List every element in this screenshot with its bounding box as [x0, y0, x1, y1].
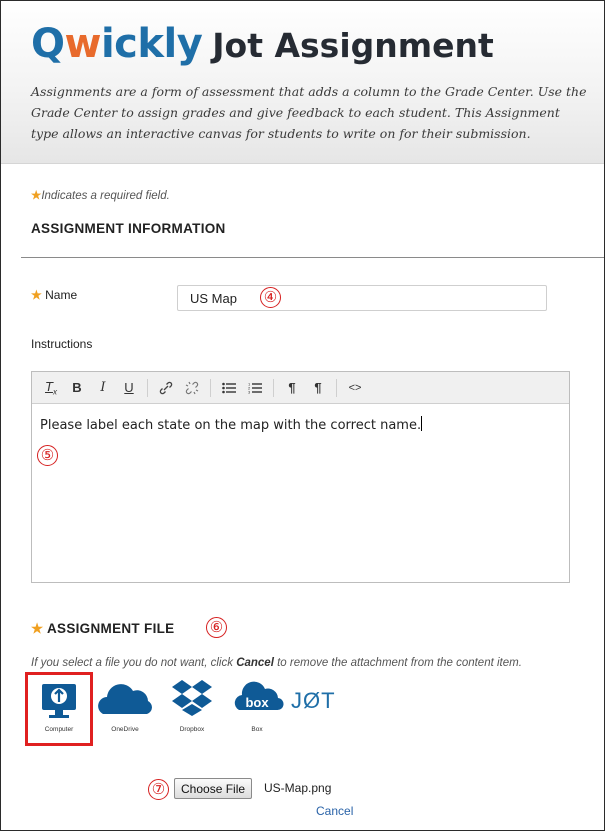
- toolbar-separator: [147, 378, 148, 397]
- source-label: Box: [251, 726, 263, 733]
- bullet-list-button[interactable]: [216, 376, 242, 400]
- file-help-text: If you select a file you do not want, cl…: [31, 657, 522, 669]
- source-computer[interactable]: Computer: [25, 672, 93, 746]
- underline-icon: U: [124, 380, 134, 395]
- svg-text:box: box: [245, 695, 269, 710]
- italic-icon: I: [100, 380, 106, 395]
- qwickly-logo: Qwickly: [31, 21, 203, 67]
- callout-4: ④: [260, 287, 281, 308]
- clear-format-icon: Tx: [45, 378, 57, 397]
- choose-file-button[interactable]: Choose File: [174, 778, 253, 799]
- paragraph-rtl-button[interactable]: ¶: [305, 376, 331, 400]
- assignment-page: Qwickly Jot Assignment Assignments are a …: [0, 0, 605, 831]
- italic-button[interactable]: I: [90, 376, 116, 400]
- instructions-label: Instructions: [31, 337, 93, 351]
- bold-button[interactable]: B: [64, 376, 90, 400]
- paragraph-ltr-button[interactable]: ¶: [279, 376, 305, 400]
- instructions-text: Please label each state on the map with …: [40, 418, 422, 433]
- page-header: Qwickly Jot Assignment Assignments are a …: [1, 1, 604, 164]
- text-caret: [421, 416, 423, 431]
- paragraph-rtl-icon: ¶: [314, 380, 322, 395]
- required-field-note: ★Indicates a required field.: [31, 190, 170, 202]
- jot-logo: JØT: [291, 688, 336, 713]
- toolbar-separator: [336, 378, 337, 397]
- bold-icon: B: [72, 380, 82, 395]
- clear-format-button[interactable]: Tx: [38, 376, 64, 400]
- numbered-list-icon: 123: [248, 382, 262, 394]
- source-dropbox[interactable]: Dropbox: [162, 674, 222, 744]
- toolbar-separator: [273, 378, 274, 397]
- source-label: OneDrive: [111, 726, 139, 733]
- cancel-link[interactable]: Cancel: [316, 804, 353, 818]
- bullet-list-icon: [222, 382, 236, 393]
- link-icon: [159, 381, 173, 394]
- toolbar-separator: [210, 378, 211, 397]
- source-onedrive[interactable]: OneDrive: [95, 674, 155, 744]
- link-button[interactable]: [153, 376, 179, 400]
- unlink-button[interactable]: [179, 376, 205, 400]
- unlink-icon: [185, 381, 199, 394]
- numbered-list-button[interactable]: 123: [242, 376, 268, 400]
- section-divider: [21, 257, 604, 258]
- callout-6: ⑥: [206, 617, 227, 638]
- source-jot[interactable]: JØT: [287, 674, 351, 744]
- source-code-icon: <>: [348, 381, 362, 394]
- required-star-icon: ★: [31, 288, 42, 302]
- editor-toolbar: Tx B I U 123 ¶ ¶ <>: [32, 372, 569, 404]
- source-label: Computer: [44, 726, 74, 733]
- required-star-icon: ★: [31, 621, 44, 636]
- section-title-assignment-information: ASSIGNMENT INFORMATION: [31, 221, 226, 236]
- source-label: Dropbox: [179, 726, 205, 733]
- underline-button[interactable]: U: [116, 376, 142, 400]
- selected-file-name: US-Map.png: [264, 781, 332, 795]
- section-title-assignment-file: ★ ASSIGNMENT FILE: [31, 621, 175, 636]
- page-title-text: Jot Assignment: [212, 26, 494, 65]
- required-star-icon: ★: [31, 190, 42, 202]
- source-box[interactable]: box Box: [227, 674, 287, 744]
- box-icon: box: [234, 681, 284, 711]
- source-code-button[interactable]: <>: [342, 376, 368, 400]
- name-input[interactable]: US Map: [177, 285, 547, 311]
- editor-content[interactable]: Please label each state on the map with …: [32, 404, 569, 445]
- instructions-editor[interactable]: Tx B I U 123 ¶ ¶ <> Please label each st…: [31, 371, 570, 583]
- callout-7: ⑦: [148, 779, 169, 800]
- callout-5: ⑤: [37, 445, 58, 466]
- page-title: Qwickly Jot Assignment: [31, 21, 494, 69]
- name-label: ★ Name: [31, 288, 78, 302]
- dropbox-icon: [172, 680, 212, 716]
- svg-text:3: 3: [248, 389, 251, 394]
- paragraph-ltr-icon: ¶: [288, 380, 296, 395]
- selected-source-highlight: [25, 672, 93, 746]
- onedrive-icon: [98, 684, 152, 714]
- page-description: Assignments are a form of assessment tha…: [31, 84, 587, 141]
